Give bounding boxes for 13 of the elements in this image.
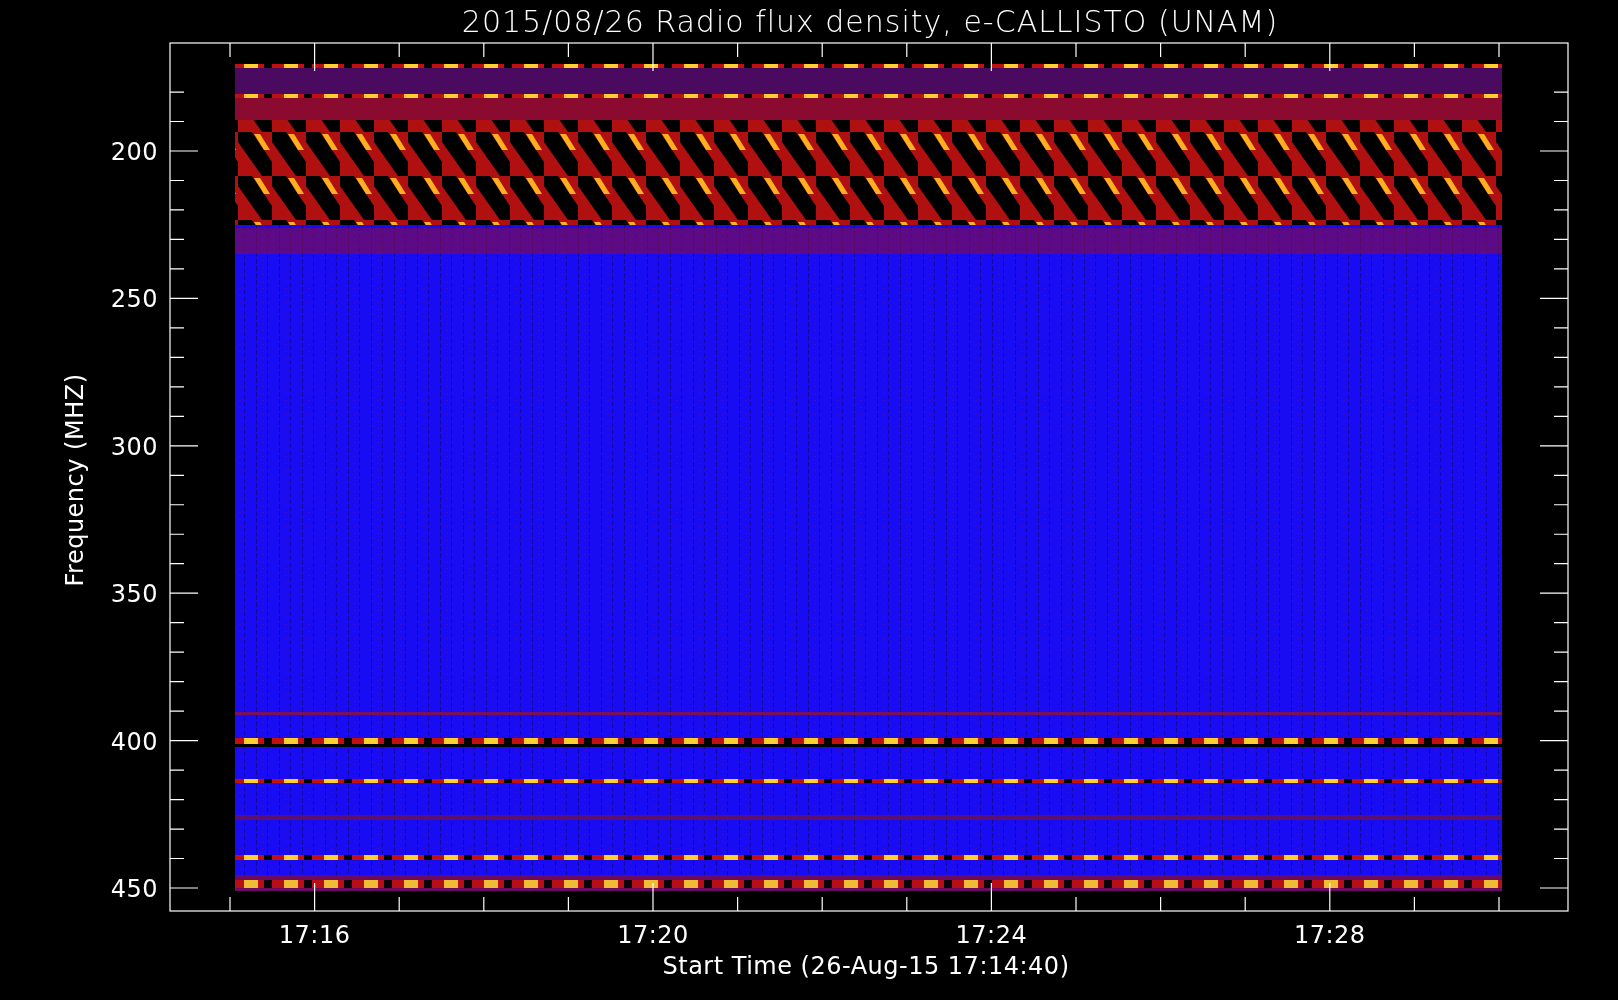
x-tick-label: 17:24 — [955, 921, 1028, 949]
y-tick-label: 350 — [110, 580, 158, 609]
y-axis-label: Frequency (MHZ) — [61, 373, 89, 587]
x-tick-label: 17:16 — [278, 921, 351, 949]
x-axis-label: Start Time (26-Aug-15 17:14:40) — [662, 952, 1070, 980]
chart-title: 2015/08/26 Radio flux density, e-CALLISTO (UNAM) — [461, 4, 1279, 39]
y-tick-label: 200 — [110, 138, 158, 166]
y-tick-label: 450 — [110, 875, 158, 903]
x-tick-label: 17:28 — [1293, 921, 1366, 949]
y-tick-label: 400 — [110, 727, 158, 756]
y-tick-label: 300 — [110, 432, 158, 461]
x-tick-label: 17:20 — [617, 921, 689, 949]
y-tick-label: 250 — [110, 285, 158, 314]
